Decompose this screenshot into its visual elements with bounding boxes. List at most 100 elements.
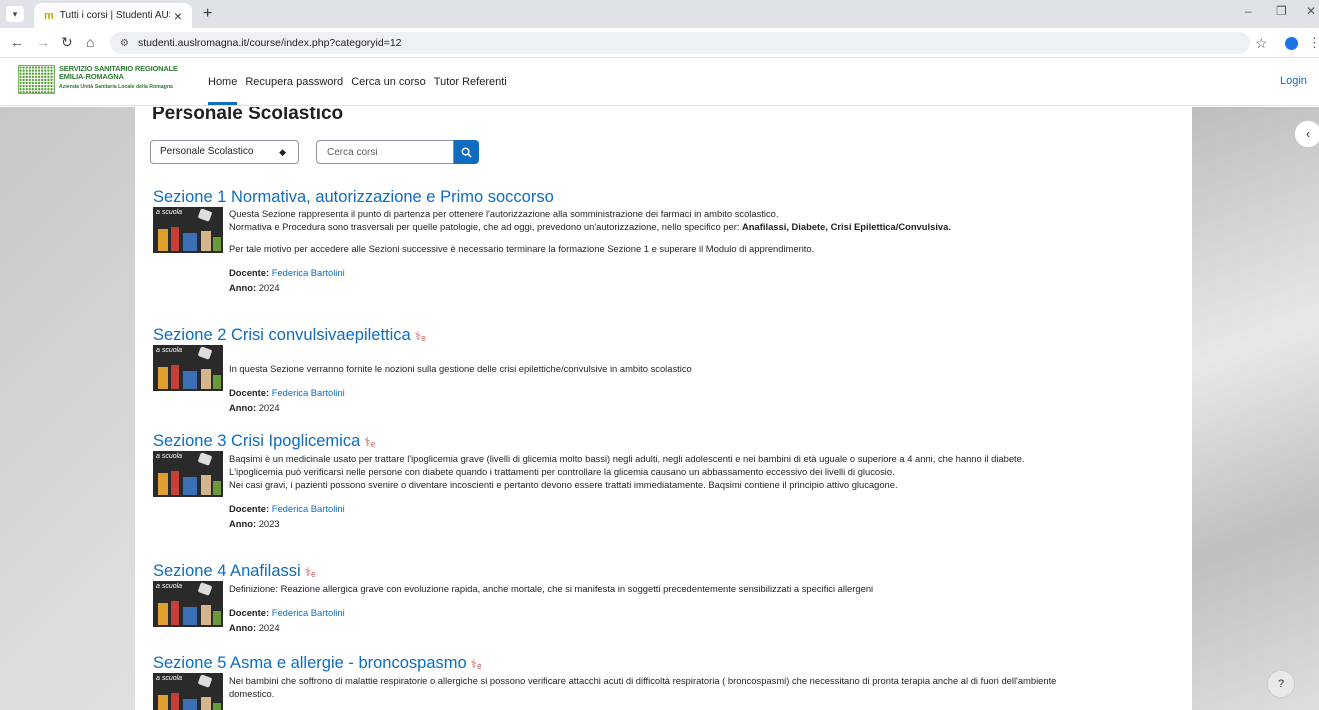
year-label: Anno: xyxy=(229,518,257,529)
search-input[interactable] xyxy=(316,140,454,164)
year-line: Anno: 2024 xyxy=(229,400,1183,415)
course-item: Sezione 5 Asma e allergie - broncospasmo… xyxy=(153,653,1183,710)
browser-toolbar: ← → ↻ ⌂ ⚙ studenti.auslromagna.it/course… xyxy=(0,28,1319,58)
nav-cerca-corso[interactable]: Cerca un corso xyxy=(351,58,426,106)
drawer-toggle-icon[interactable]: ‹ xyxy=(1294,120,1319,148)
course-title-text[interactable]: Sezione 5 Asma e allergie - broncospasmo xyxy=(153,654,467,672)
new-tab-icon[interactable]: + xyxy=(203,5,212,23)
page-title: Personale Scolastico xyxy=(152,107,344,124)
logo-grid-icon xyxy=(18,65,55,94)
course-meta: Docente: Federica Bartolini Anno: 2024 xyxy=(229,385,1183,415)
course-image[interactable]: a scuola xyxy=(153,207,223,253)
tab-title: Tutti i corsi | Studenti AUSL xyxy=(59,10,170,21)
year-label: Anno: xyxy=(229,622,257,633)
teacher-label: Docente: xyxy=(229,267,270,278)
course-summary: Questa Sezione rappresenta il punto di p… xyxy=(229,207,1183,255)
self-enrol-icon: ⚕ₑ xyxy=(364,435,376,449)
reload-icon[interactable]: ↻ xyxy=(61,34,73,51)
course-title[interactable]: Sezione 4 Anafilassi ⚕ₑ xyxy=(153,561,1183,582)
category-select-value: Personale Scolastico xyxy=(160,146,254,157)
site-logo[interactable]: SERVIZIO SANITARIO REGIONALE EMILIA-ROMA… xyxy=(18,64,178,94)
address-bar[interactable]: ⚙ studenti.auslromagna.it/course/index.p… xyxy=(110,32,1250,54)
course-summary: In questa Sezione verranno fornite le no… xyxy=(229,362,1183,375)
summary-line: Baqsimi è un medicinale usato per tratta… xyxy=(229,453,1025,464)
teacher-line: Docente: Federica Bartolini xyxy=(229,265,1183,280)
minimize-icon[interactable]: – xyxy=(1245,4,1252,18)
course-title[interactable]: Sezione 5 Asma e allergie - broncospasmo… xyxy=(153,653,1183,674)
course-title-text[interactable]: Sezione 2 Crisi convulsivaepilettica xyxy=(153,326,411,344)
select-arrows-icon: ◆ xyxy=(279,147,286,157)
page-background-right xyxy=(1192,107,1319,710)
course-summary: Definizione: Reazione allergica grave co… xyxy=(229,582,1183,595)
site-info-icon[interactable]: ⚙ xyxy=(120,38,129,49)
course-image[interactable]: a scuola xyxy=(153,345,223,391)
course-title-text[interactable]: Sezione 4 Anafilassi xyxy=(153,562,301,580)
course-title[interactable]: Sezione 3 Crisi Ipoglicemica ⚕ₑ xyxy=(153,431,1183,452)
course-item: Sezione 3 Crisi Ipoglicemica ⚕ₑ a scuola … xyxy=(153,431,1183,531)
course-image[interactable]: a scuola xyxy=(153,581,223,627)
search-icon xyxy=(461,147,472,158)
course-image-caption: a scuola xyxy=(156,675,183,682)
favicon-icon: m xyxy=(44,9,54,22)
teacher-label: Docente: xyxy=(229,387,270,398)
close-window-icon[interactable]: ✕ xyxy=(1306,4,1316,18)
course-item: Sezione 2 Crisi convulsivaepilettica ⚕ₑ a… xyxy=(153,325,1183,415)
year-label: Anno: xyxy=(229,402,257,413)
summary-bold-text: Anafilassi, Diabete, Crisi Epilettica/Co… xyxy=(742,221,951,232)
course-title[interactable]: Sezione 1 Normativa, autorizzazione e Pr… xyxy=(153,187,1183,207)
summary-line: Nei casi gravi, i pazienti possono sveni… xyxy=(229,479,898,490)
course-item: Sezione 4 Anafilassi ⚕ₑ a scuola Definizi… xyxy=(153,561,1183,635)
search-button[interactable] xyxy=(454,140,479,164)
restore-icon[interactable]: ❐ xyxy=(1276,4,1287,18)
nav-home[interactable]: Home xyxy=(208,58,238,106)
teacher-line: Docente: Federica Bartolini xyxy=(229,385,1183,400)
course-image-caption: a scuola xyxy=(156,347,183,354)
course-title-text[interactable]: Sezione 3 Crisi Ipoglicemica xyxy=(153,432,360,450)
teacher-label: Docente: xyxy=(229,607,270,618)
url-text[interactable]: studenti.auslromagna.it/course/index.php… xyxy=(138,37,402,49)
logo-line2: EMILIA-ROMAGNA xyxy=(59,72,124,82)
course-image-caption: a scuola xyxy=(156,209,183,216)
course-meta: Docente: Federica Bartolini Anno: 2024 xyxy=(229,605,1183,635)
browser-menu-icon[interactable]: ⋮ xyxy=(1308,35,1319,51)
teacher-link[interactable]: Federica Bartolini xyxy=(272,607,345,618)
summary-line: Definizione: Reazione allergica grave co… xyxy=(229,583,874,594)
teacher-link[interactable]: Federica Bartolini xyxy=(272,267,345,278)
course-meta: Docente: Federica Bartolini Anno: 2024 xyxy=(229,265,1183,295)
logo-line3: Azienda Unità Sanitaria Locale della Rom… xyxy=(59,83,173,90)
profile-avatar-icon[interactable] xyxy=(1285,37,1298,50)
course-image[interactable]: a scuola xyxy=(153,673,223,710)
teacher-link[interactable]: Federica Bartolini xyxy=(272,503,345,514)
course-title-text[interactable]: Sezione 1 Normativa, autorizzazione e Pr… xyxy=(153,188,554,206)
logo-text: SERVIZIO SANITARIO REGIONALE EMILIA-ROMA… xyxy=(59,64,178,91)
year-line: Anno: 2024 xyxy=(229,620,1183,635)
summary-text: Normativa e Procedura sono trasversali p… xyxy=(229,221,743,232)
nav-recupera-password[interactable]: Recupera password xyxy=(245,58,343,106)
course-summary: Nei bambini che soffrono di malattie res… xyxy=(229,674,1183,700)
summary-line: domestico. xyxy=(229,688,275,699)
tab-close-icon[interactable]: × xyxy=(174,8,182,24)
tab-search-icon[interactable]: ▾ xyxy=(6,6,24,22)
site-navbar: SERVIZIO SANITARIO REGIONALE EMILIA-ROMA… xyxy=(0,58,1319,106)
summary-line: Normativa e Procedura sono trasversali p… xyxy=(229,220,1183,233)
year-value: 2024 xyxy=(258,622,280,633)
teacher-link[interactable]: Federica Bartolini xyxy=(272,387,345,398)
teacher-label: Docente: xyxy=(229,503,270,514)
summary-line: In questa Sezione verranno fornite le no… xyxy=(229,363,692,374)
back-icon[interactable]: ← xyxy=(10,34,24,50)
primary-navigation: Home Recupera password Cerca un corso Tu… xyxy=(208,58,515,106)
year-value: 2023 xyxy=(258,518,280,529)
browser-tab[interactable]: m Tutti i corsi | Studenti AUSL × xyxy=(34,3,192,28)
category-select[interactable]: Personale Scolastico ◆ xyxy=(150,140,299,164)
summary-line: Nei bambini che soffrono di malattie res… xyxy=(229,675,1057,686)
year-label: Anno: xyxy=(229,282,257,293)
course-image[interactable]: a scuola xyxy=(153,451,223,497)
course-title[interactable]: Sezione 2 Crisi convulsivaepilettica ⚕ₑ xyxy=(153,325,1183,346)
year-line: Anno: 2024 xyxy=(229,280,1183,295)
nav-tutor-referenti[interactable]: Tutor Referenti xyxy=(434,58,507,106)
help-button[interactable]: ? xyxy=(1267,670,1295,698)
home-icon[interactable]: ⌂ xyxy=(86,34,94,50)
forward-icon[interactable]: → xyxy=(36,34,50,50)
login-link[interactable]: Login xyxy=(1280,75,1307,87)
bookmark-star-icon[interactable]: ☆ xyxy=(1255,35,1268,52)
